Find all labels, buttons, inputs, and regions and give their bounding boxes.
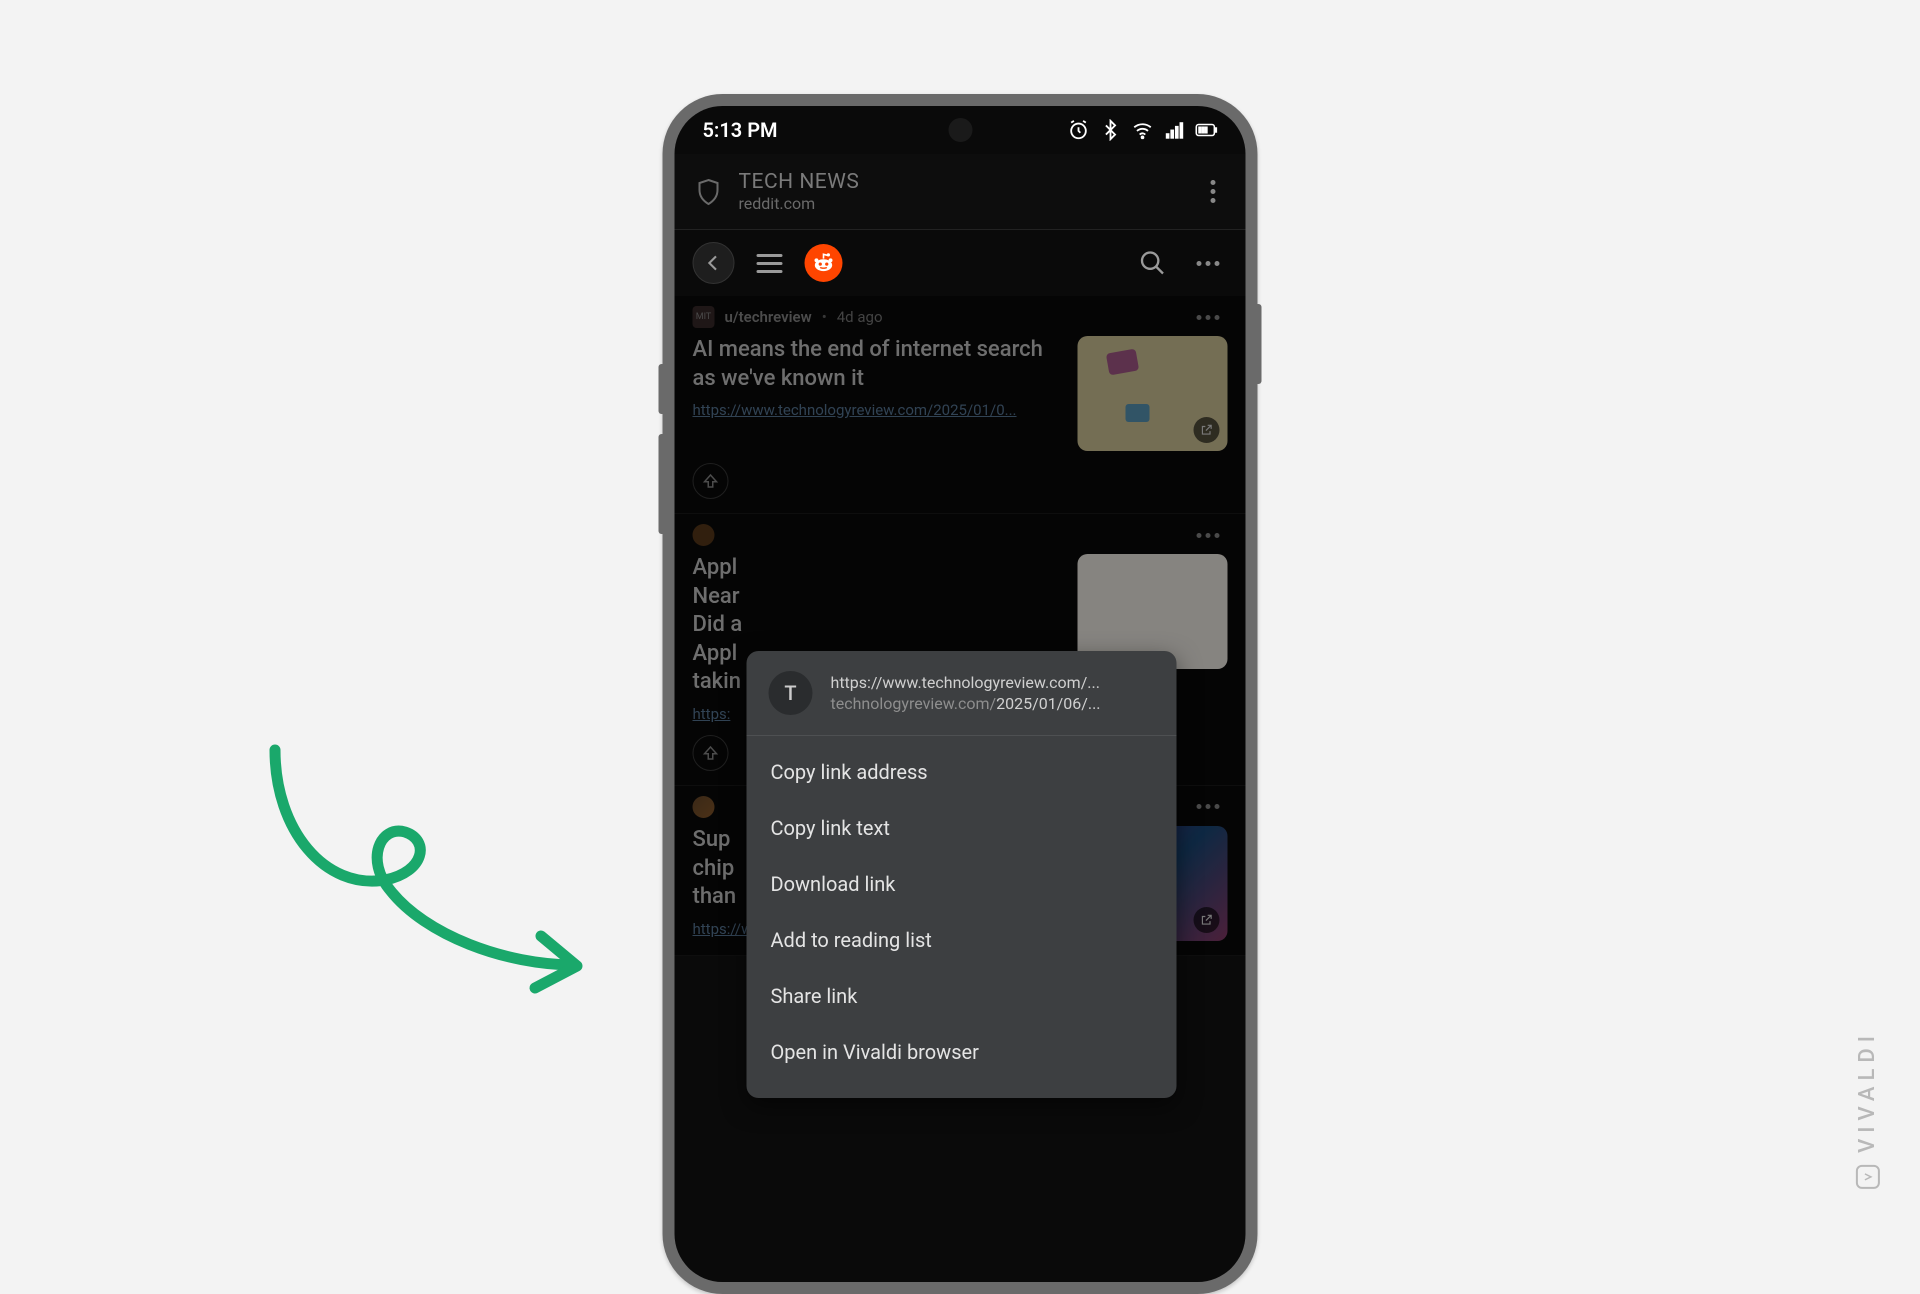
- user-avatar: [693, 796, 715, 818]
- post-age: 4d ago: [837, 308, 883, 326]
- signal-icon: [1164, 119, 1186, 141]
- post-thumbnail[interactable]: [1078, 336, 1228, 451]
- watermark-text: VIVALDI: [1855, 1030, 1880, 1153]
- hamburger-menu-icon[interactable]: [757, 254, 783, 273]
- context-url-short: technologyreview.com/2025/01/06/...: [831, 694, 1101, 713]
- user-avatar: MIT: [693, 306, 715, 328]
- bluetooth-icon: [1100, 119, 1122, 141]
- post-more-button[interactable]: [1189, 525, 1228, 546]
- ctx-open-in-vivaldi[interactable]: Open in Vivaldi browser: [747, 1024, 1177, 1080]
- post[interactable]: MIT u/techreview • 4d ago AI means the e…: [675, 296, 1246, 514]
- post-more-button[interactable]: [1189, 796, 1228, 817]
- shield-icon: [697, 178, 721, 206]
- ctx-share-link[interactable]: Share link: [747, 968, 1177, 1024]
- post-more-button[interactable]: [1189, 307, 1228, 328]
- reddit-logo-icon[interactable]: [805, 244, 843, 282]
- upvote-button[interactable]: [693, 735, 729, 771]
- annotation-arrow-icon: [255, 740, 605, 1000]
- ctx-download-link[interactable]: Download link: [747, 856, 1177, 912]
- ctx-copy-link-address[interactable]: Copy link address: [747, 744, 1177, 800]
- notch: [948, 118, 972, 142]
- back-button[interactable]: [693, 242, 735, 284]
- context-url-full: https://www.technologyreview.com/...: [831, 673, 1101, 692]
- phone-frame: 5:13 PM TECH NEWS reddit.com: [663, 94, 1258, 1294]
- favicon-placeholder: T: [769, 671, 813, 715]
- page-domain: reddit.com: [739, 194, 860, 213]
- search-icon[interactable]: [1139, 249, 1167, 277]
- vivaldi-logo-icon: [1856, 1165, 1880, 1189]
- wifi-icon: [1132, 119, 1154, 141]
- link-context-menu: T https://www.technologyreview.com/... t…: [747, 651, 1177, 1098]
- phone-screen: 5:13 PM TECH NEWS reddit.com: [675, 106, 1246, 1282]
- page-title: TECH NEWS: [739, 170, 860, 194]
- reddit-header: [675, 230, 1246, 296]
- browser-menu-button[interactable]: [1203, 172, 1224, 211]
- post-user: u/techreview: [725, 308, 812, 326]
- context-menu-header: T https://www.technologyreview.com/... t…: [747, 651, 1177, 736]
- ctx-add-reading-list[interactable]: Add to reading list: [747, 912, 1177, 968]
- vivaldi-watermark: VIVALDI: [1855, 1030, 1880, 1189]
- battery-icon: [1196, 119, 1218, 141]
- user-avatar: [693, 524, 715, 546]
- reddit-more-button[interactable]: [1189, 253, 1228, 274]
- post-title: AI means the end of internet search as w…: [693, 336, 1064, 393]
- external-link-icon: [1194, 417, 1220, 443]
- browser-titlebar: TECH NEWS reddit.com: [675, 154, 1246, 230]
- alarm-icon: [1068, 119, 1090, 141]
- statusbar-time: 5:13 PM: [703, 118, 778, 142]
- ctx-copy-link-text[interactable]: Copy link text: [747, 800, 1177, 856]
- external-link-icon: [1194, 907, 1220, 933]
- upvote-button[interactable]: [693, 463, 729, 499]
- feed: MIT u/techreview • 4d ago AI means the e…: [675, 296, 1246, 956]
- post-link[interactable]: https://www.technologyreview.com/2025/01…: [693, 401, 1064, 419]
